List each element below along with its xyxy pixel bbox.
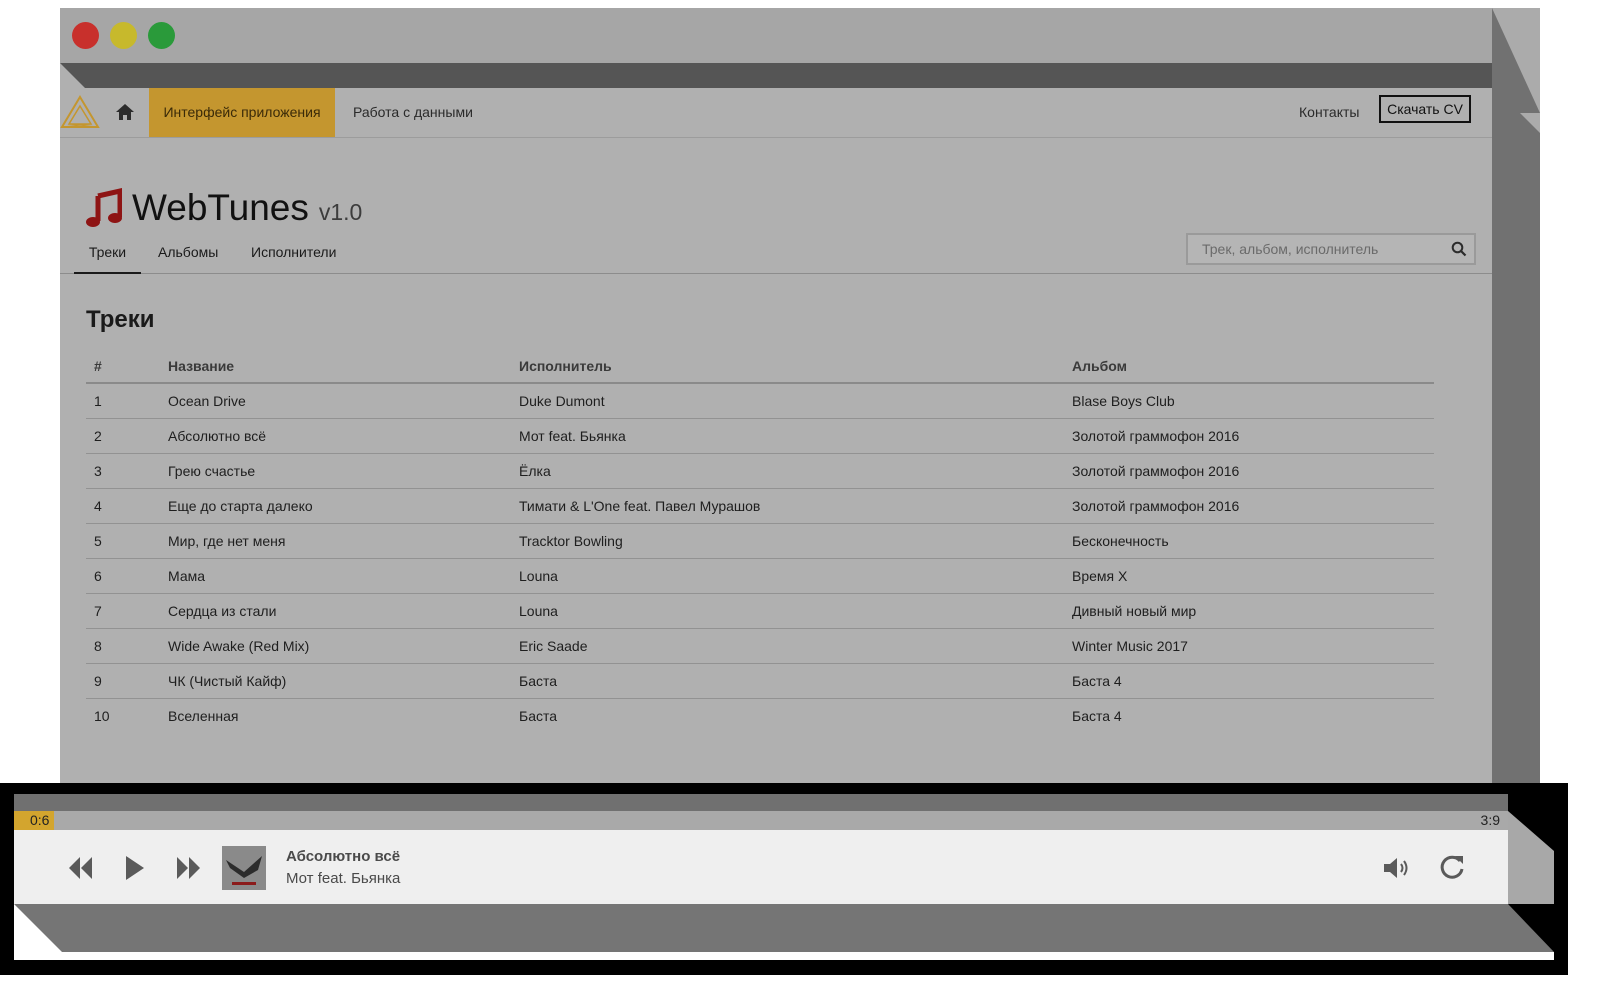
track-album: Золотой граммофон 2016: [1064, 488, 1434, 524]
track-album: Дивный новый мир: [1064, 593, 1434, 629]
table-row[interactable]: 3 Грею счастье Ёлка Золотой граммофон 20…: [86, 453, 1434, 489]
tab-artists[interactable]: Исполнители: [251, 232, 336, 272]
track-artist: Баста: [519, 708, 558, 724]
table-row[interactable]: 8 Wide Awake (Red Mix) Eric Saade Winter…: [86, 628, 1434, 664]
track-artist: Баста: [511, 663, 1064, 699]
track-number: 5: [86, 523, 160, 559]
close-button[interactable]: [72, 22, 99, 49]
nav-item-contacts[interactable]: Контакты: [1299, 88, 1359, 137]
rewind-icon[interactable]: [68, 855, 94, 881]
track-artist: Тимати & L'One feat. Павел Мурашов: [511, 488, 1064, 524]
table-row[interactable]: 2 Абсолютно всё Мот feat. Бьянка Золотой…: [86, 418, 1434, 454]
track-artist: Мот feat. Бьянка: [511, 418, 1064, 454]
app-name: WebTunes: [132, 187, 309, 228]
track-album: Winter Music 2017: [1064, 628, 1434, 664]
window-titlebar: [60, 8, 1492, 63]
track-number: 4: [86, 488, 160, 524]
track-number: 9: [86, 663, 160, 699]
top-navbar: Интерфейс приложения Работа с данными Ко…: [60, 88, 1492, 138]
track-number: 6: [86, 558, 160, 594]
tab-albums[interactable]: Альбомы: [158, 232, 218, 272]
track-album: Blase Boys Club: [1064, 383, 1434, 419]
total-time: 3:9: [1480, 812, 1500, 828]
column-header-number[interactable]: #: [86, 349, 160, 384]
table-row[interactable]: 5 Мир, где нет меня Tracktor Bowling Бес…: [86, 523, 1434, 559]
track-title: Абсолютно всё: [160, 418, 511, 454]
track-artist: Ёлка: [511, 453, 1064, 489]
now-playing-artist: Мот feat. Бьянка: [286, 870, 401, 887]
volume-icon[interactable]: [1382, 855, 1412, 881]
play-icon[interactable]: [123, 854, 147, 882]
current-time: 0:6: [30, 812, 50, 828]
tracks-table: # Название Исполнитель Альбом 1 Ocean Dr…: [86, 349, 1434, 733]
track-number: 10: [94, 708, 110, 724]
column-header-album[interactable]: Альбом: [1064, 349, 1434, 384]
track-number: 8: [86, 628, 160, 664]
track-artist: Duke Dumont: [511, 383, 1064, 419]
track-title: Сердца из стали: [160, 593, 511, 629]
tab-tracks[interactable]: Треки: [74, 232, 141, 274]
album-art-image: [222, 846, 266, 890]
app-header: WebTunes v1.0: [86, 178, 362, 228]
track-artist: Eric Saade: [511, 628, 1064, 664]
track-artist: Louna: [511, 558, 1064, 594]
window-side-shadow: [1492, 8, 1540, 798]
player-bottom-edge: [14, 952, 1554, 960]
triangle-logo-icon[interactable]: [60, 94, 100, 130]
track-album: Баста 4: [1072, 708, 1122, 724]
table-row[interactable]: 7 Сердца из стали Louna Дивный новый мир: [86, 593, 1434, 629]
download-cv-button[interactable]: Скачать CV: [1379, 95, 1471, 123]
track-number: 3: [86, 453, 160, 489]
table-row[interactable]: 6 Мама Louna Время X: [86, 558, 1434, 594]
nav-item-data-work[interactable]: Работа с данными: [353, 88, 473, 137]
track-title: Мама: [160, 558, 511, 594]
maximize-button[interactable]: [148, 22, 175, 49]
app-version: v1.0: [318, 199, 363, 225]
table-row[interactable]: 1 Ocean Drive Duke Dumont Blase Boys Clu…: [86, 383, 1434, 419]
column-header-title[interactable]: Название: [160, 349, 511, 384]
track-title: ЧК (Чистый Кайф): [160, 663, 511, 699]
track-album: Золотой граммофон 2016: [1064, 418, 1434, 454]
window-toolbar-band: [60, 63, 1492, 88]
progress-fill: 0:6: [14, 811, 55, 830]
music-note-icon: [86, 188, 122, 227]
track-artist: Louna: [511, 593, 1064, 629]
repeat-icon[interactable]: [1438, 853, 1466, 881]
nav-item-app-interface[interactable]: Интерфейс приложения: [149, 88, 335, 137]
track-title: Wide Awake (Red Mix): [160, 628, 511, 664]
track-album: Время X: [1064, 558, 1434, 594]
now-playing-title: Абсолютно всё: [286, 848, 401, 865]
track-album: Бесконечность: [1064, 523, 1434, 559]
player-bottom-decoration: [14, 904, 1554, 952]
track-album: Золотой граммофон 2016: [1064, 453, 1434, 489]
home-icon[interactable]: [114, 102, 136, 122]
table-header-row: # Название Исполнитель Альбом: [86, 349, 1434, 384]
track-title: Вселенная: [168, 708, 239, 724]
table-row[interactable]: 9 ЧК (Чистый Кайф) Баста Баста 4: [86, 663, 1434, 699]
progress-bar[interactable]: 0:6 3:9: [14, 811, 1508, 830]
table-row[interactable]: 4 Еще до старта далеко Тимати & L'One fe…: [86, 488, 1434, 524]
track-number: 7: [86, 593, 160, 629]
track-title: Мир, где нет меня: [160, 523, 511, 559]
fast-forward-icon[interactable]: [175, 855, 201, 881]
table-row[interactable]: 10 Вселенная Баста Баста 4: [86, 699, 1434, 734]
search-icon[interactable]: [1451, 241, 1467, 257]
track-number: 2: [86, 418, 160, 454]
track-title: Ocean Drive: [160, 383, 511, 419]
player-top-band: [14, 794, 1508, 812]
section-title: Треки: [86, 306, 155, 333]
track-artist: Tracktor Bowling: [511, 523, 1064, 559]
minimize-button[interactable]: [110, 22, 137, 49]
player-controls: Абсолютно всё Мот feat. Бьянка: [14, 830, 1508, 904]
album-cover: [222, 846, 266, 890]
track-title: Грею счастье: [160, 453, 511, 489]
track-number: 1: [86, 383, 160, 419]
search-box: [1186, 233, 1476, 265]
track-title: Еще до старта далеко: [160, 488, 511, 524]
browser-window: Интерфейс приложения Работа с данными Ко…: [60, 8, 1492, 798]
track-album: Баста 4: [1064, 663, 1434, 699]
search-input[interactable]: [1188, 235, 1452, 263]
column-header-artist[interactable]: Исполнитель: [511, 349, 1064, 384]
app-tabs: Треки Альбомы Исполнители: [60, 232, 1492, 274]
